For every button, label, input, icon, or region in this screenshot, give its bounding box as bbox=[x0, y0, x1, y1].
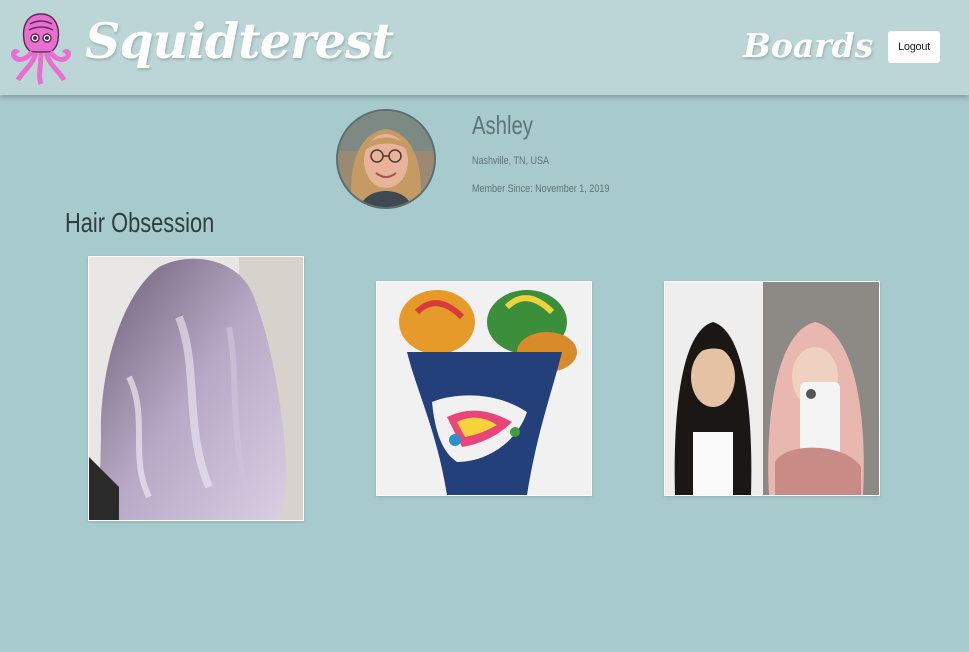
avatar bbox=[336, 109, 436, 209]
pin-card[interactable] bbox=[664, 281, 880, 496]
squid-logo-icon[interactable] bbox=[10, 10, 72, 86]
pin-card[interactable] bbox=[88, 256, 304, 521]
nav-boards-link[interactable]: Boards bbox=[743, 26, 873, 65]
logout-button[interactable]: Logout bbox=[888, 31, 940, 63]
brand-title[interactable]: Squidterest bbox=[85, 12, 394, 70]
profile-name: Ashley bbox=[472, 110, 533, 140]
profile-member-since: Member Since: November 1, 2019 bbox=[472, 183, 610, 195]
top-navbar: Squidterest Boards Logout bbox=[0, 0, 969, 95]
profile-location: Nashville, TN, USA bbox=[472, 155, 550, 167]
pin-card[interactable] bbox=[376, 281, 592, 496]
board-title: Hair Obsession bbox=[65, 207, 215, 238]
